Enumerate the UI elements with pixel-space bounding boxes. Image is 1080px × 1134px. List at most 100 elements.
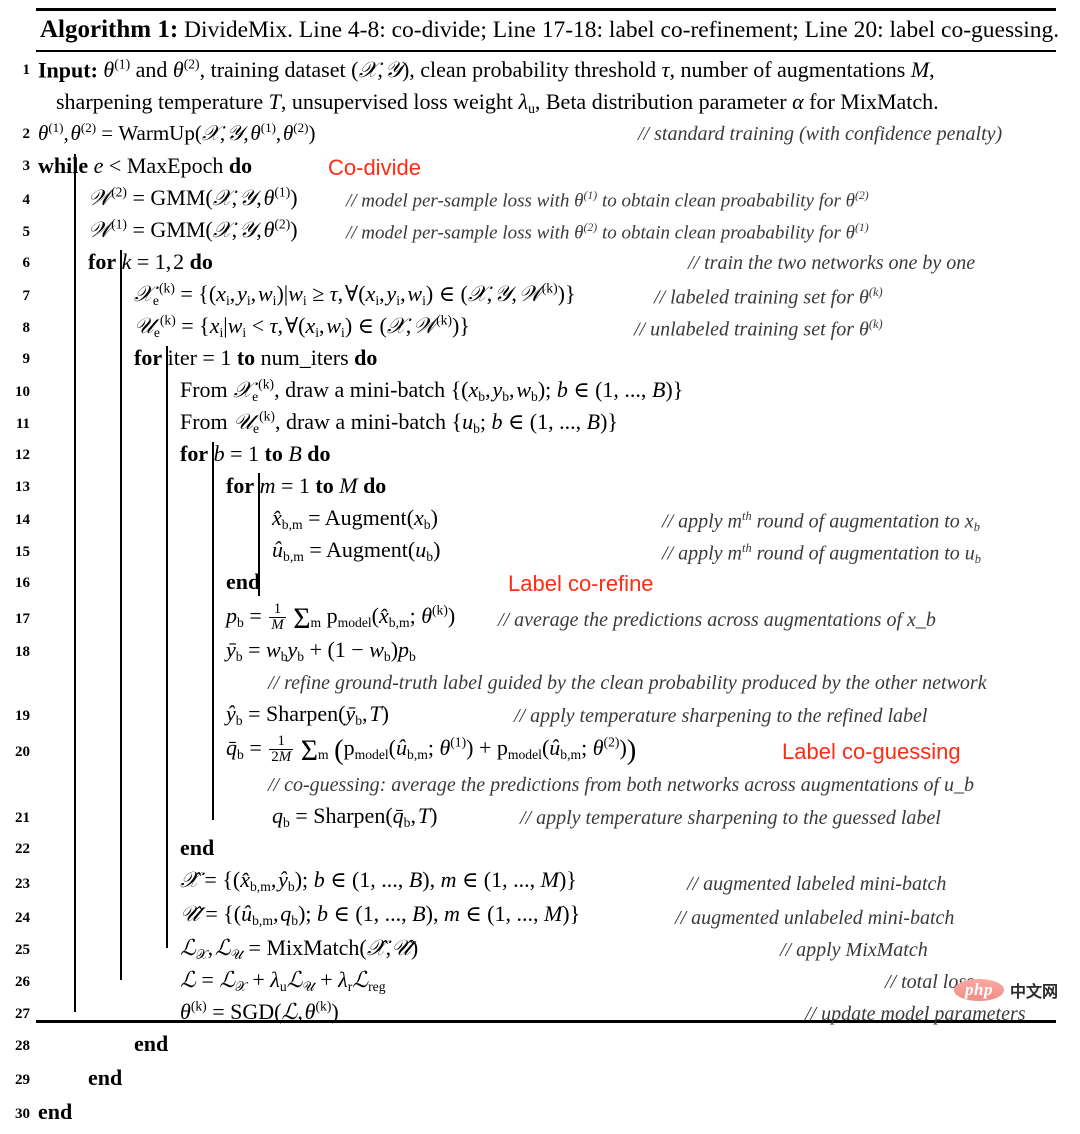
algo-line-30: 30 end <box>0 1100 1080 1134</box>
step-17-expr: pb = 1M Σm pmodel(x̂b,m; θ(k)) <box>226 601 456 635</box>
line-number: 26 <box>15 974 30 990</box>
comment-27: // update model parameters <box>805 1003 1026 1025</box>
step-7-expr: 𝒳e(k) = {(xi, yi, wi)|wi ≥ τ, ∀(xi, yi, … <box>134 281 576 309</box>
line-number: 16 <box>15 575 30 591</box>
step-4-expr: 𝒲(2) = GMM(𝒳, 𝒴, θ(1)) <box>88 185 298 211</box>
algo-line-16: 16 end Label co-refine <box>0 570 1080 602</box>
line-number: 8 <box>22 320 31 336</box>
algo-line-21: 21 qb = Sharpen(q̄b, T) // apply tempera… <box>0 804 1080 836</box>
algo-line-29: 29 end <box>0 1066 1080 1100</box>
algo-line-27: 27 θ(k) = SGD(ℒ, θ(k)) // update model p… <box>0 999 1080 1032</box>
line-number: 21 <box>15 810 30 826</box>
step-19-expr: ŷb = Sharpen(ȳb, T) <box>226 701 389 728</box>
step-23-expr: 𝒳̂ = {(x̂b,m, ŷb); b ∈ (1, ..., B), m ∈ … <box>180 867 577 894</box>
comment-15: // apply mth round of augmentation to ub <box>662 541 981 567</box>
line-number: 2 <box>22 126 31 142</box>
algo-line-4: 4 𝒲(2) = GMM(𝒳, 𝒴, θ(1)) // model per-sa… <box>0 185 1080 218</box>
algo-line-28: 28 end <box>0 1032 1080 1066</box>
algo-line-14: 14 x̂b,m = Augment(xb) // apply mth roun… <box>0 506 1080 538</box>
line-number: 11 <box>15 416 30 432</box>
algorithm-label: Algorithm 1: <box>40 16 179 43</box>
step-5-expr: 𝒲(1) = GMM(𝒳, 𝒴, θ(2)) <box>88 217 298 243</box>
algo-line-26: 26 ℒ = ℒ𝒳 + λuℒ𝒰 + λrℒreg // total loss <box>0 968 1080 1000</box>
php-logo-icon: php <box>954 978 1004 1002</box>
algo-line-8: 8 𝒰e(k) = {xi|wi < τ, ∀(xi, wi) ∈ (𝒳, 𝒲(… <box>0 313 1080 346</box>
step-16-end: end <box>226 569 261 594</box>
input-params-line2: sharpening temperature T, unsupervised l… <box>56 89 939 116</box>
step-18-expr: ȳb = wbyb + (1 − wb)pb <box>226 637 416 664</box>
algo-line-1: 1 Input: θ(1) and θ(2), training dataset… <box>0 57 1080 121</box>
watermark-text: 中文网 <box>1009 982 1058 1001</box>
annotation-label-co-refine: Label co-refine <box>508 571 654 596</box>
algorithm-caption-text: DivideMix. Line 4-8: co-divide; Line 17-… <box>184 17 1060 43</box>
line-number: 24 <box>15 910 30 926</box>
step-24-expr: 𝒰̂ = {(ûb,m, qb); b ∈ (1, ..., B), m ∈ (… <box>180 901 581 928</box>
step-27-expr: θ(k) = SGD(ℒ, θ(k)) <box>180 999 339 1025</box>
algo-line-25: 25 ℒ𝒳, ℒ𝒰 = MixMatch(𝒳̂,𝒰̂) // apply Mix… <box>0 936 1080 968</box>
algo-line-15: 15 ûb,m = Augment(ub) // apply mth round… <box>0 538 1080 570</box>
line-number: 25 <box>15 942 30 958</box>
comment-17: // average the predictions across augmen… <box>498 609 936 631</box>
step-3-expr: while e < MaxEpoch do <box>38 153 253 178</box>
algo-line-7: 7 𝒳e(k) = {(xi, yi, wi)|wi ≥ τ, ∀(xi, yi… <box>0 281 1080 314</box>
line-number: 10 <box>15 384 30 400</box>
step-26-expr: ℒ = ℒ𝒳 + λuℒ𝒰 + λrℒreg <box>180 967 386 994</box>
algorithm-block: Algorithm 1: DivideMix. Line 4-8: co-div… <box>0 0 1080 1123</box>
line-number: 29 <box>15 1072 30 1088</box>
line-number: 9 <box>22 351 31 367</box>
algo-line-9: 9 for iter = 1 to num_iters do <box>0 346 1080 378</box>
step-10-expr: From 𝒳e(k), draw a mini-batch {(xb, yb, … <box>180 377 684 405</box>
line-number: 28 <box>15 1038 30 1054</box>
comment-23: // augmented labeled mini-batch <box>687 873 947 895</box>
line-number: 27 <box>15 1006 30 1022</box>
line-number: 14 <box>15 512 30 528</box>
step-30-end: end <box>38 1099 73 1124</box>
step-21-expr: qb = Sharpen(q̄b, T) <box>272 803 438 830</box>
algo-line-18: 18 ȳb = wbyb + (1 − wb)pb <box>0 638 1080 670</box>
algo-line-2: 2 θ(1), θ(2) = WarmUp(𝒳, 𝒴, θ(1), θ(2)) … <box>0 120 1080 154</box>
rule-top <box>36 8 1056 11</box>
line-number: 7 <box>22 288 31 304</box>
comment-2: // standard training (with confidence pe… <box>638 123 1003 145</box>
step-14-expr: x̂b,m = Augment(xb) <box>272 505 438 532</box>
step-9-expr: for iter = 1 to num_iters do <box>134 345 378 370</box>
comment-19: // apply temperature sharpening to the r… <box>514 705 928 727</box>
line-number: 13 <box>15 479 30 495</box>
comment-8: // unlabeled training set for θ(k) <box>634 317 883 341</box>
comment-25: // apply MixMatch <box>780 939 928 961</box>
comment-5: // model per-sample loss with θ(2) to ob… <box>346 221 869 244</box>
step-2-expr: θ(1), θ(2) = WarmUp(𝒳, 𝒴, θ(1), θ(2)) <box>38 120 316 145</box>
step-6-expr: for k = 1, 2 do <box>88 249 213 274</box>
step-12-expr: for b = 1 to B do <box>180 441 331 466</box>
rule-under-title <box>36 50 1056 52</box>
comment-4: // model per-sample loss with θ(1) to ob… <box>346 189 869 212</box>
algo-line-20-comment-row: // co-guessing: average the predictions … <box>0 772 1080 804</box>
line-number: 22 <box>15 841 30 857</box>
algo-line-17: 17 pb = 1M Σm pmodel(x̂b,m; θ(k)) // ave… <box>0 601 1080 638</box>
line-number: 5 <box>22 224 31 240</box>
algo-line-20: 20 q̄b = 1 2M Σm (pmodel(ûb,m; θ(1)) + pm… <box>0 733 1080 772</box>
line-number: 3 <box>22 158 31 174</box>
algo-line-5: 5 𝒲(1) = GMM(𝒳, 𝒴, θ(2)) // model per-sa… <box>0 217 1080 250</box>
input-params-line1: θ(1) and θ(2), training dataset (𝒳, 𝒴), … <box>103 57 935 83</box>
comment-21: // apply temperature sharpening to the g… <box>520 807 941 829</box>
algorithm-caption: Algorithm 1: DivideMix. Line 4-8: co-div… <box>40 13 1060 47</box>
algo-line-12: 12 for b = 1 to B do <box>0 442 1080 474</box>
step-29-end: end <box>88 1065 123 1090</box>
watermark: php 中文网 <box>954 978 1058 1002</box>
line-number: 30 <box>15 1106 30 1122</box>
comment-7: // labeled training set for θ(k) <box>654 285 883 309</box>
algo-line-22: 22 end <box>0 836 1080 868</box>
step-13-expr: for m = 1 to M do <box>226 473 387 498</box>
step-25-expr: ℒ𝒳, ℒ𝒰 = MixMatch(𝒳̂,𝒰̂) <box>180 935 419 962</box>
line-number: 15 <box>15 544 30 560</box>
algo-line-24: 24 𝒰̂ = {(ûb,m, qb); b ∈ (1, ..., B), m … <box>0 902 1080 936</box>
step-11-expr: From 𝒰e(k), draw a mini-batch {ub; b ∈ (… <box>180 409 618 437</box>
algo-line-23: 23 𝒳̂ = {(x̂b,m, ŷb); b ∈ (1, ..., B), m… <box>0 868 1080 902</box>
step-20-expr: q̄b = 1 2M Σm (pmodel(ûb,m; θ(1)) + pmode… <box>226 733 637 767</box>
comment-24: // augmented unlabeled mini-batch <box>675 907 955 929</box>
line-number: 4 <box>22 192 31 208</box>
algo-line-10: 10 From 𝒳e(k), draw a mini-batch {(xb, y… <box>0 377 1080 410</box>
line-number: 18 <box>15 644 30 660</box>
comment-6: // train the two networks one by one <box>688 252 976 274</box>
